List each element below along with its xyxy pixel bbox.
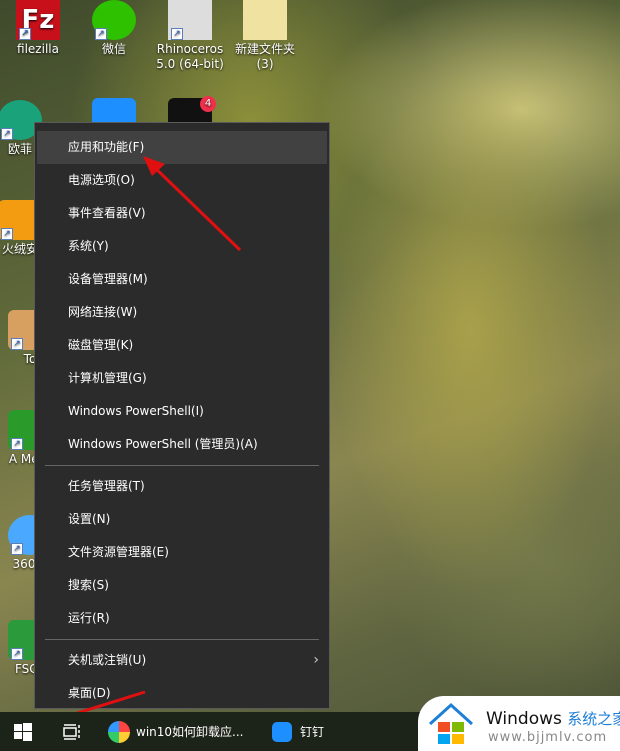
task-view-button[interactable] — [62, 712, 80, 751]
task-view-icon — [63, 723, 80, 740]
watermark-logo: Windows 系统之家 www.bjjmlv.com — [418, 696, 620, 751]
taskbar-app-label: win10如何卸载应... — [136, 725, 244, 739]
taskbar-app-dingtalk[interactable]: 钉钉 — [272, 712, 324, 751]
dingtalk-icon — [272, 721, 292, 742]
house-windows-logo-icon — [428, 702, 474, 744]
annotation-arrows — [33, 156, 242, 730]
watermark-title: Windows — [486, 709, 562, 729]
watermark-title-cn: 系统之家 — [567, 710, 620, 728]
windows-logo-icon — [14, 722, 32, 741]
browser-360-icon — [108, 720, 130, 743]
taskbar-app-label: 钉钉 — [300, 725, 325, 739]
watermark-url: www.bjjmlv.com — [488, 730, 608, 745]
taskbar-app-browser[interactable]: win10如何卸载应... — [108, 712, 243, 751]
arrow-to-apps-features — [148, 161, 242, 252]
start-button[interactable] — [14, 712, 32, 751]
